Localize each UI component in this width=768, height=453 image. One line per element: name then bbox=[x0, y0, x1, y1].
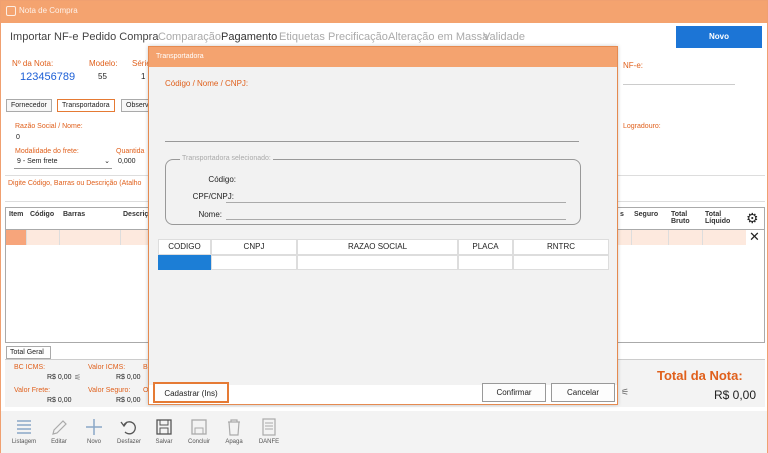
menu-pedido-compra[interactable]: Pedido Compra bbox=[82, 31, 158, 43]
valor-icms-label: Valor ICMS: bbox=[88, 364, 126, 371]
nfe-line bbox=[623, 84, 735, 85]
modalidade-select[interactable]: 9 - Sem frete ⌄ bbox=[14, 157, 112, 169]
cadastrar-button[interactable]: Cadastrar (Ins) bbox=[153, 382, 229, 403]
title-bar: Nota de Compra bbox=[1, 1, 767, 23]
nome-line bbox=[226, 219, 566, 220]
bc-icms-value: R$ 0,00 bbox=[47, 374, 72, 381]
b-label: B bbox=[143, 364, 148, 371]
table-cell[interactable] bbox=[211, 255, 297, 270]
tab-fornecedor[interactable]: Fornecedor bbox=[6, 99, 52, 112]
novo-button[interactable]: Novo bbox=[676, 26, 762, 48]
col-s[interactable]: s bbox=[620, 211, 624, 218]
total-nota-value: R$ 0,00 bbox=[714, 388, 757, 402]
quantidade-label: Quantida bbox=[116, 148, 145, 155]
dialog-search-input[interactable] bbox=[165, 91, 579, 141]
codigo-label: Código: bbox=[208, 175, 236, 184]
menu-comparacao[interactable]: Comparação bbox=[158, 31, 221, 43]
editar-button[interactable]: Editar bbox=[43, 417, 75, 445]
trash-icon bbox=[228, 419, 240, 436]
modelo-value: 55 bbox=[98, 72, 107, 81]
col-item[interactable]: Item bbox=[9, 211, 23, 218]
col-codigo[interactable]: Código bbox=[30, 211, 54, 218]
quantidade-value: 0,000 bbox=[118, 158, 136, 165]
cpf-line bbox=[226, 202, 566, 203]
app-icon bbox=[6, 6, 16, 16]
total-nota-label: Total da Nota: bbox=[657, 368, 743, 383]
razao-value: 0 bbox=[16, 134, 20, 141]
concluir-button[interactable]: Concluir bbox=[183, 417, 215, 445]
save-icon bbox=[156, 419, 172, 435]
nfe-label: NF-e: bbox=[623, 61, 643, 70]
col-rntrc[interactable]: RNTRC bbox=[513, 239, 609, 255]
dialog-body: Código / Nome / CNPJ: Transportadora sel… bbox=[149, 67, 617, 385]
menu-precificacao[interactable]: Precificação bbox=[328, 31, 388, 43]
col-descricao[interactable]: Descriç bbox=[123, 211, 148, 218]
search-underline bbox=[165, 141, 579, 142]
col-codigo[interactable]: CODIGO bbox=[158, 239, 211, 255]
bottom-toolbar: Listagem Editar Novo Desfazer Salvar Con… bbox=[1, 411, 767, 453]
serie-value: 1 bbox=[141, 72, 146, 81]
logradouro-label: Logradouro: bbox=[623, 123, 661, 130]
salvar-button[interactable]: Salvar bbox=[148, 417, 180, 445]
apaga-button[interactable]: Apaga bbox=[218, 417, 250, 445]
modelo-label: Modelo: bbox=[89, 59, 118, 68]
calculator-icon[interactable]: ⚟ bbox=[74, 373, 81, 382]
calculator-icon[interactable]: ⚟ bbox=[621, 387, 629, 398]
floppy-icon bbox=[191, 419, 207, 435]
col-total-bruto[interactable]: Total Bruto bbox=[671, 211, 701, 225]
valor-seguro-value: R$ 0,00 bbox=[116, 397, 141, 404]
document-icon bbox=[262, 418, 276, 436]
selected-group: Transportadora selecionado: Código: CPF/… bbox=[165, 155, 581, 225]
valor-icms-value: R$ 0,00 bbox=[116, 374, 141, 381]
transportadora-dialog: Transportadora Código / Nome / CNPJ: Tra… bbox=[148, 46, 618, 405]
valor-frete-label: Valor Frete: bbox=[14, 387, 51, 394]
list-icon bbox=[17, 420, 31, 434]
table-cell-selected[interactable] bbox=[158, 255, 211, 270]
col-total-liquido[interactable]: Total Líquido bbox=[705, 211, 739, 225]
nome-label: Nome: bbox=[198, 210, 222, 219]
col-seguro[interactable]: Seguro bbox=[634, 211, 658, 218]
table-cell[interactable] bbox=[458, 255, 513, 270]
col-razao-social[interactable]: RAZAO SOCIAL bbox=[297, 239, 458, 255]
desfazer-button[interactable]: Desfazer bbox=[113, 417, 145, 445]
modalidade-label: Modalidade do frete: bbox=[15, 148, 79, 155]
confirmar-button[interactable]: Confirmar bbox=[482, 383, 546, 402]
close-icon[interactable]: ✕ bbox=[749, 230, 760, 244]
cpf-label: CPF/CNPJ: bbox=[192, 192, 234, 201]
selected-group-title: Transportadora selecionado: bbox=[180, 155, 273, 162]
col-cnpj[interactable]: CNPJ bbox=[211, 239, 297, 255]
product-search-label[interactable]: Digite Código, Barras ou Descrição (Atal… bbox=[8, 180, 141, 187]
dialog-search-label: Código / Nome / CNPJ: bbox=[165, 79, 249, 88]
menu-etiquetas[interactable]: Etiquetas bbox=[279, 31, 325, 43]
plus-icon bbox=[86, 419, 102, 435]
valor-frete-value: R$ 0,00 bbox=[47, 397, 72, 404]
chevron-down-icon: ⌄ bbox=[104, 158, 110, 165]
dialog-title: Transportadora bbox=[149, 47, 617, 67]
menu-importar-nfe[interactable]: Importar NF-e bbox=[10, 31, 78, 43]
bc-icms-label: BC ICMS: bbox=[14, 364, 46, 371]
table-cell[interactable] bbox=[297, 255, 458, 270]
table-cell[interactable] bbox=[513, 255, 609, 270]
gear-icon[interactable]: ⚙ bbox=[746, 210, 759, 227]
cancelar-button[interactable]: Cancelar bbox=[551, 383, 615, 402]
menu-pagamento[interactable]: Pagamento bbox=[221, 31, 277, 43]
row-selector[interactable] bbox=[6, 230, 26, 245]
transportadora-table: CODIGO CNPJ RAZAO SOCIAL PLACA RNTRC bbox=[158, 239, 609, 271]
nota-value: 123456789 bbox=[20, 71, 76, 83]
nota-label: Nº da Nota: bbox=[12, 59, 54, 68]
undo-icon bbox=[120, 421, 136, 435]
menu-validade[interactable]: Validade bbox=[483, 31, 525, 43]
menu-alteracao-massa[interactable]: Alteração em Massa bbox=[388, 31, 488, 43]
tab-transportadora[interactable]: Transportadora bbox=[57, 99, 115, 112]
pencil-icon bbox=[52, 420, 67, 435]
razao-label: Razão Social / Nome: bbox=[15, 123, 83, 130]
col-barras[interactable]: Barras bbox=[63, 211, 85, 218]
listagem-button[interactable]: Listagem bbox=[8, 417, 40, 445]
valor-seguro-label: Valor Seguro: bbox=[88, 387, 131, 394]
window-title: Nota de Compra bbox=[19, 6, 78, 15]
novo-toolbar-button[interactable]: Novo bbox=[78, 417, 110, 445]
col-placa[interactable]: PLACA bbox=[458, 239, 513, 255]
danfe-button[interactable]: DANFE bbox=[253, 417, 285, 445]
tab-total-geral[interactable]: Total Geral bbox=[6, 346, 51, 359]
